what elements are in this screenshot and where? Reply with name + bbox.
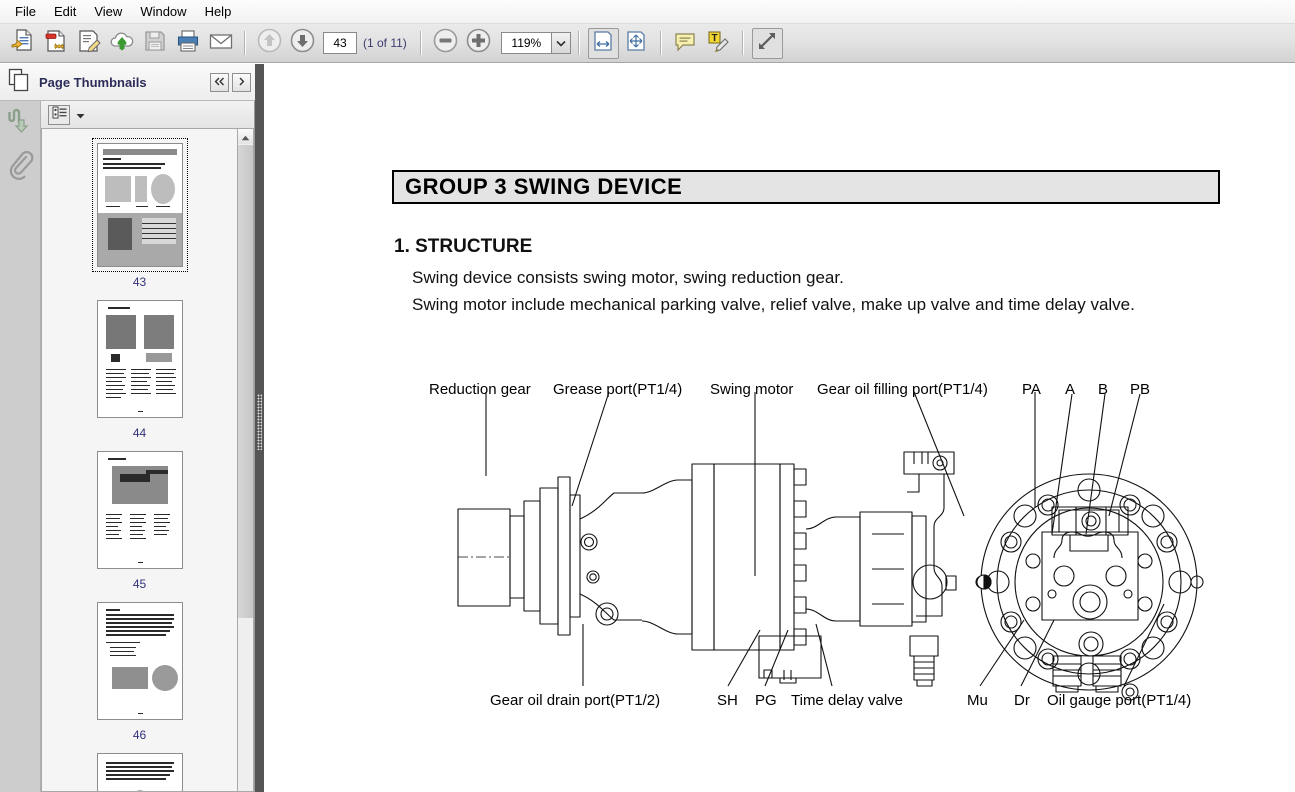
pdf-reader-window: File Edit View Window Help 43 (1 of 11) … — [0, 0, 1295, 792]
zoom-out-button[interactable] — [430, 28, 461, 59]
thumbnail-image-43 — [96, 143, 183, 267]
caret-down-icon[interactable] — [76, 106, 85, 124]
double-chevron-left-icon — [214, 73, 225, 91]
thumbnail-selection-box — [92, 446, 188, 574]
save-icon — [142, 28, 168, 59]
menu-view[interactable]: View — [85, 2, 131, 22]
attachments-rail-button[interactable] — [0, 146, 41, 191]
next-page-button[interactable] — [287, 28, 318, 59]
bookmarks-icon — [7, 107, 34, 140]
page-count-label: (1 of 11) — [363, 36, 407, 50]
thumbnail-label: 43 — [132, 275, 147, 289]
thumbnail-image-44 — [96, 300, 183, 418]
thumbnail-item-45[interactable]: 45 — [42, 446, 237, 591]
page-thumbnails-icon — [8, 68, 30, 97]
print-icon — [175, 28, 201, 59]
scroll-up-arrow-icon — [241, 128, 250, 146]
zoom-dropdown-button[interactable] — [550, 32, 571, 54]
thumbnail-list[interactable]: 43 44 45 46 — [41, 128, 237, 792]
fullscreen-button[interactable] — [751, 27, 783, 59]
thumbnail-item-44[interactable]: 44 — [42, 295, 237, 440]
email-icon — [208, 28, 234, 59]
arrow-up-circle-icon — [257, 28, 282, 58]
thumbnail-selection-box — [92, 748, 188, 791]
page-number-input[interactable]: 43 — [323, 32, 357, 54]
thumbnail-options-button[interactable] — [48, 104, 70, 125]
chevron-right-icon — [238, 73, 245, 91]
swing-device-technical-drawing — [457, 391, 1204, 701]
bookmarks-rail-button[interactable] — [0, 101, 41, 146]
fit-page-button[interactable] — [621, 28, 652, 59]
sidebar-header: Page Thumbnails — [0, 64, 255, 101]
thumbnail-label: 45 — [132, 577, 147, 591]
create-pdf-icon — [43, 28, 69, 59]
menu-window[interactable]: Window — [131, 2, 195, 22]
plus-circle-icon — [466, 28, 491, 58]
save-button[interactable] — [139, 28, 170, 59]
thumbnail-label: 46 — [132, 728, 147, 742]
thumbnail-selection-box — [91, 138, 188, 272]
upload-cloud-button[interactable] — [106, 28, 137, 59]
menu-file[interactable]: File — [6, 2, 45, 22]
sticky-note-icon — [673, 29, 697, 58]
arrow-down-circle-icon — [290, 28, 315, 58]
toolbar-separator-2 — [419, 31, 422, 55]
thumbnail-scrollbar[interactable] — [237, 128, 254, 792]
edit-pdf-icon — [76, 28, 102, 59]
open-file-button[interactable] — [7, 28, 38, 59]
upload-cloud-icon — [109, 28, 135, 59]
zoom-level-input[interactable]: 119% — [500, 32, 551, 54]
zoom-in-button[interactable] — [463, 28, 494, 59]
fullscreen-icon — [755, 29, 779, 58]
splitter-grip — [257, 394, 262, 450]
menu-bar: File Edit View Window Help — [0, 0, 1295, 24]
svg-text:T: T — [712, 33, 718, 44]
document-view[interactable]: GROUP 3 SWING DEVICE 1. STRUCTURE Swing … — [264, 64, 1295, 792]
menu-edit[interactable]: Edit — [45, 2, 85, 22]
scrollbar-thumb[interactable] — [238, 145, 253, 618]
email-button[interactable] — [205, 28, 236, 59]
attachments-paperclip-icon — [8, 150, 34, 186]
toolbar-separator-3 — [577, 31, 580, 55]
sidebar-title: Page Thumbnails — [39, 74, 147, 90]
edit-pdf-button[interactable] — [73, 28, 104, 59]
thumbnail-selection-box — [92, 597, 188, 725]
sidebar-collapse-button[interactable] — [210, 72, 229, 92]
sidebar-expand-button[interactable] — [232, 72, 251, 92]
open-file-icon — [10, 28, 36, 59]
create-pdf-button[interactable] — [40, 28, 71, 59]
main-toolbar: 43 (1 of 11) 119% T — [0, 24, 1295, 63]
fit-width-button[interactable] — [587, 27, 619, 59]
menu-help[interactable]: Help — [196, 2, 241, 22]
thumbnail-panel: 43 44 45 46 — [41, 101, 255, 792]
previous-page-button[interactable] — [254, 28, 285, 59]
sticky-note-button[interactable] — [670, 28, 701, 59]
pdf-page: GROUP 3 SWING DEVICE 1. STRUCTURE Swing … — [264, 64, 1295, 792]
thumbnail-image-46 — [96, 602, 183, 720]
minus-circle-icon — [433, 28, 458, 58]
toolbar-separator — [244, 31, 246, 55]
panel-splitter[interactable] — [255, 64, 264, 792]
thumbnail-selection-box — [92, 295, 188, 423]
toolbar-separator-5 — [741, 31, 744, 55]
thumbnail-label: 44 — [132, 426, 147, 440]
highlight-text-icon: T — [706, 29, 730, 58]
sidebar-icon-rail — [0, 101, 41, 792]
highlight-text-button[interactable]: T — [703, 28, 734, 59]
thumbnail-item-43[interactable]: 43 — [42, 138, 237, 289]
thumbnail-item-47[interactable]: 47 — [42, 748, 237, 791]
scroll-up-button[interactable] — [238, 129, 253, 144]
fit-width-icon — [591, 29, 615, 58]
thumbnail-image-47 — [96, 753, 183, 791]
fit-page-icon — [624, 29, 648, 58]
thumbnail-toolbar — [41, 101, 254, 128]
print-button[interactable] — [172, 28, 203, 59]
toolbar-separator-4 — [659, 31, 662, 55]
thumbnail-image-45 — [96, 451, 183, 569]
chevron-down-icon — [556, 34, 566, 52]
list-options-icon — [52, 106, 67, 124]
thumbnail-item-46[interactable]: 46 — [42, 597, 237, 742]
